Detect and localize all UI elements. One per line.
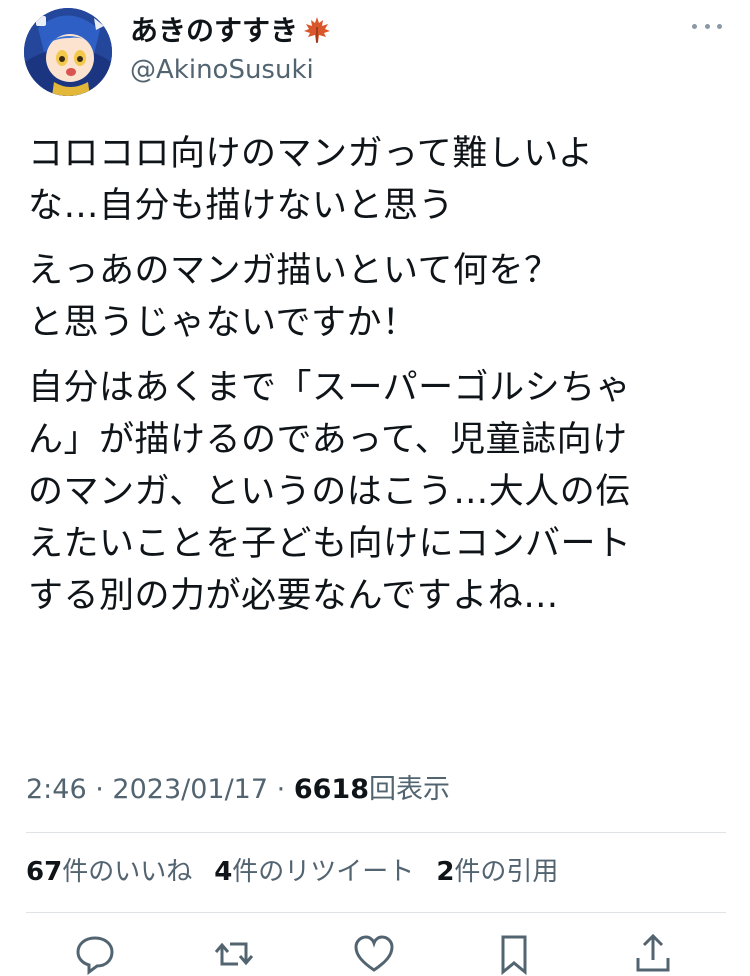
divider: [26, 832, 726, 833]
tweet-time[interactable]: 2:46: [26, 774, 87, 805]
bookmark-icon[interactable]: [492, 932, 536, 976]
avatar[interactable]: [24, 8, 112, 96]
retweets-label: 件のリツイート: [232, 857, 415, 887]
quotes-label: 件の引用: [454, 857, 559, 887]
tweet-line: ん」が描けるのであって、児童誌向け: [28, 420, 628, 460]
retweet-icon[interactable]: [212, 932, 256, 976]
reply-icon[interactable]: [73, 932, 117, 976]
tweet-line: のマンガ、というのはこう…大人の伝: [28, 472, 631, 512]
share-icon[interactable]: [631, 932, 675, 976]
views-label: 回表示: [368, 774, 450, 805]
likes-stat[interactable]: 67件のいいね: [26, 852, 192, 892]
tweet-line: えたいことを子ども向けにコンバート: [28, 524, 632, 564]
engagement-stats: 67件のいいね 4件のリツイート 2件の引用: [26, 852, 580, 892]
tweet-line: と思うじゃないですか！: [28, 303, 418, 343]
meta-separator: ·: [276, 774, 286, 805]
retweets-stat[interactable]: 4件のリツイート: [214, 852, 414, 892]
views-count: 6618: [293, 774, 369, 805]
tweet-meta: 2:46 · 2023/01/17 · 6618回表示: [26, 770, 450, 810]
retweets-count: 4: [214, 857, 233, 887]
tweet-line: コロコロ向けのマンガって難しいよ: [28, 134, 594, 174]
display-name[interactable]: あきのすすき: [130, 14, 332, 53]
tweet-text: コロコロ向けのマンガって難しいよ な…自分も描けないと思う えっあのマンガ描いと…: [28, 128, 728, 635]
tweet-paragraph: えっあのマンガ描いといて何を？ と思うじゃないですか！: [28, 245, 728, 349]
tweet-date[interactable]: 2023/01/17: [112, 774, 268, 805]
likes-count: 67: [26, 857, 63, 887]
tweet-line: 自分はあくまで「スーパーゴルシちゃ: [28, 368, 632, 408]
divider: [26, 912, 726, 913]
tweet-header: あきのすすき @AkinoSusuki: [24, 8, 726, 96]
maple-leaf-icon: [302, 15, 332, 53]
quotes-stat[interactable]: 2件の引用: [436, 852, 558, 892]
tweet-line: する別の力が必要なんですよね…: [28, 576, 559, 616]
like-icon[interactable]: [352, 932, 396, 976]
tweet-line: えっあのマンガ描いといて何を？: [28, 251, 560, 291]
tweet-paragraph: 自分はあくまで「スーパーゴルシちゃ ん」が描けるのであって、児童誌向け のマンガ…: [28, 362, 728, 622]
tweet-line: な…自分も描けないと思う: [28, 186, 455, 226]
display-name-text: あきのすすき: [130, 14, 299, 47]
likes-label: 件のいいね: [62, 857, 193, 887]
meta-separator: ·: [95, 774, 104, 805]
more-options-icon[interactable]: [692, 16, 722, 36]
user-handle[interactable]: @AkinoSusuki: [130, 54, 314, 86]
action-bar: [0, 930, 750, 976]
tweet-paragraph: コロコロ向けのマンガって難しいよ な…自分も描けないと思う: [28, 128, 728, 232]
quotes-count: 2: [436, 857, 455, 887]
